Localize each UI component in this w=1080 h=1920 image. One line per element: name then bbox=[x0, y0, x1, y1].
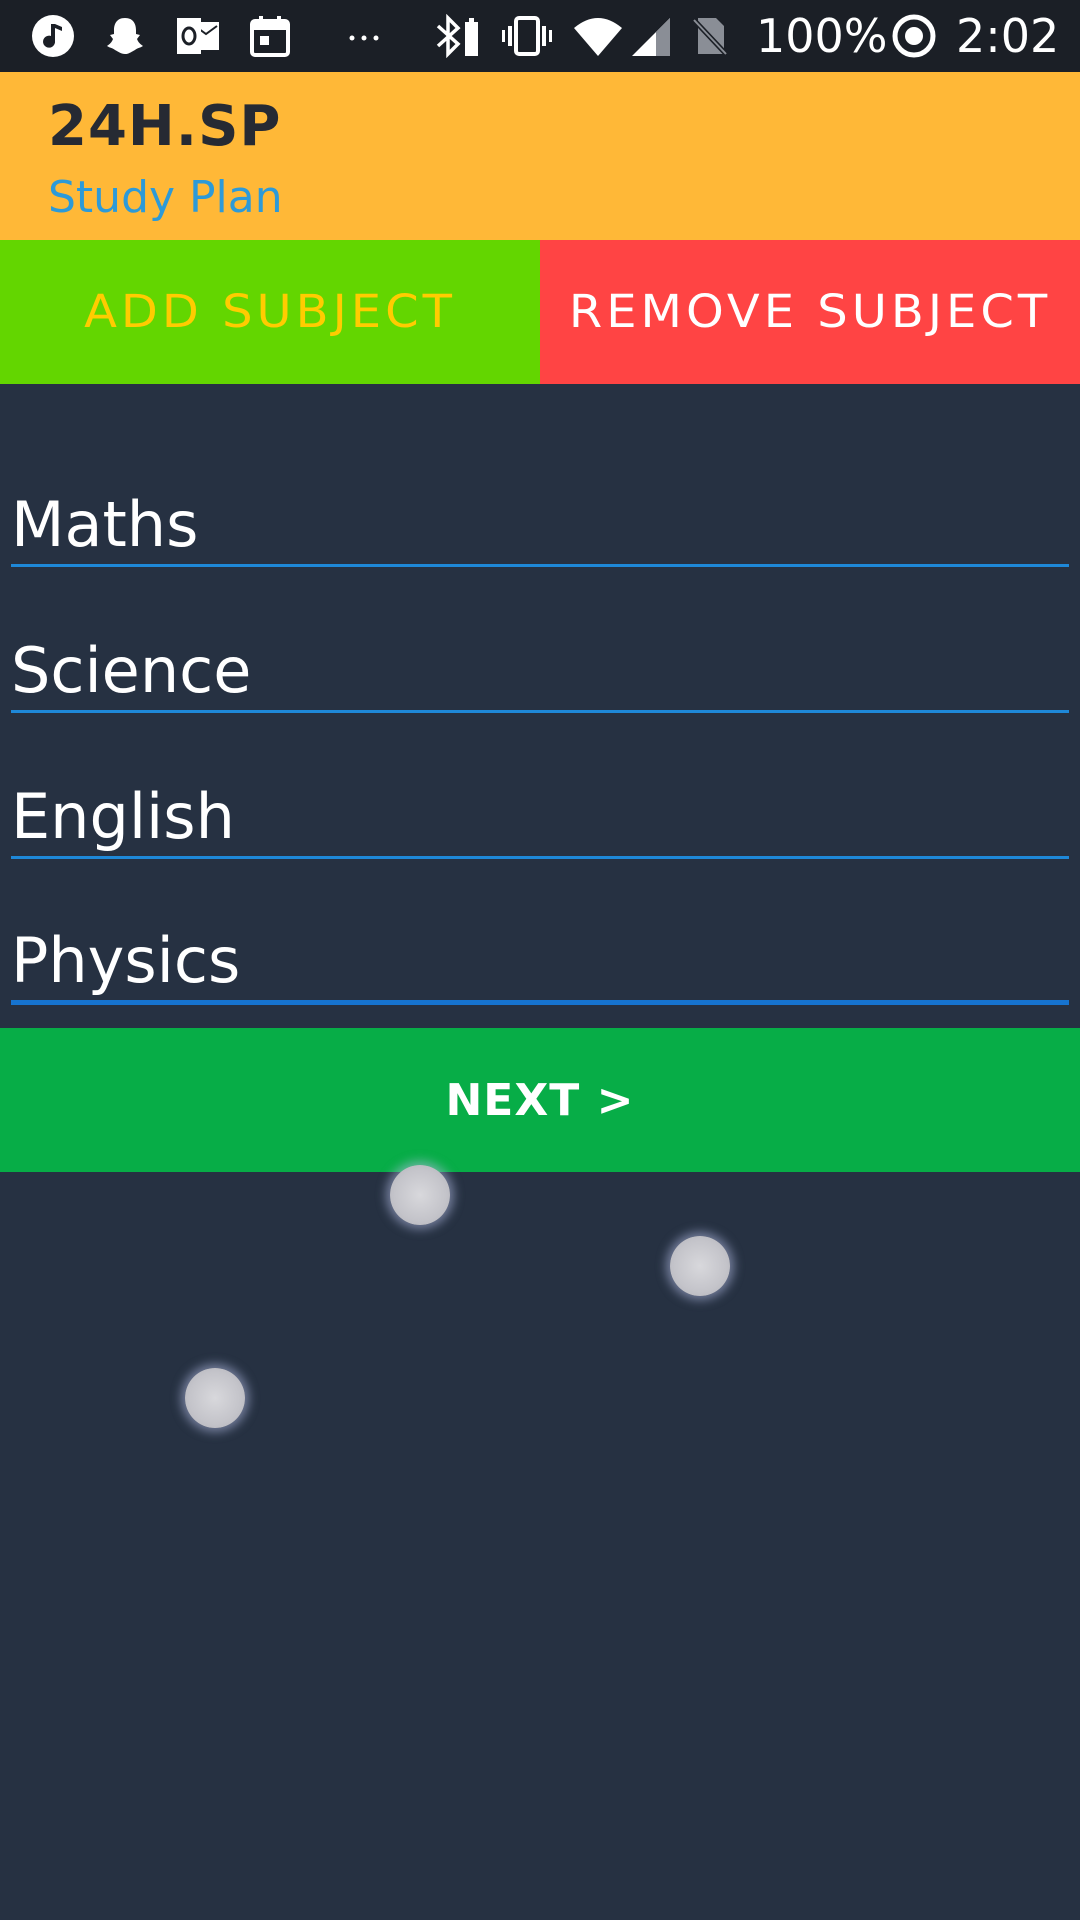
clock: 2:02 bbox=[956, 9, 1060, 63]
subject-input[interactable] bbox=[11, 484, 1069, 564]
remove-subject-label: REMOVE SUBJECT bbox=[568, 285, 1052, 339]
subject-input[interactable] bbox=[11, 776, 1069, 856]
outlook-icon bbox=[174, 14, 222, 58]
calendar-icon bbox=[248, 14, 292, 58]
subject-field-2[interactable] bbox=[11, 630, 1069, 713]
subject-field-1[interactable] bbox=[11, 484, 1069, 567]
more-dots-icon bbox=[342, 14, 386, 58]
touch-indicator bbox=[390, 1165, 450, 1225]
app-subtitle: Study Plan bbox=[48, 172, 283, 223]
touch-indicator bbox=[670, 1236, 730, 1296]
action-button-row: ADD SUBJECT REMOVE SUBJECT bbox=[0, 240, 1080, 384]
battery-percentage: 100% bbox=[756, 9, 888, 63]
cell-signal-icon bbox=[630, 14, 672, 58]
status-bar: 100% 2:02 bbox=[0, 0, 1080, 72]
add-subject-button[interactable]: ADD SUBJECT bbox=[0, 240, 540, 384]
subject-field-4[interactable] bbox=[11, 920, 1069, 1005]
remove-subject-button[interactable]: REMOVE SUBJECT bbox=[540, 240, 1080, 384]
sync-icon bbox=[890, 14, 938, 58]
app-title: 24H.SP bbox=[48, 94, 282, 159]
next-button[interactable]: NEXT > bbox=[0, 1028, 1080, 1172]
subject-input[interactable] bbox=[11, 920, 1069, 1000]
bluetooth-icon bbox=[432, 14, 482, 58]
wifi-icon bbox=[572, 14, 624, 58]
subject-field-3[interactable] bbox=[11, 776, 1069, 859]
next-label: NEXT > bbox=[445, 1074, 635, 1126]
no-sim-icon bbox=[690, 14, 730, 58]
vibrate-icon bbox=[500, 14, 554, 58]
app-header: 24H.SP Study Plan bbox=[0, 72, 1080, 240]
screen: 100% 2:02 24H.SP Study Plan ADD SUBJECT … bbox=[0, 0, 1080, 1920]
snapchat-icon bbox=[102, 14, 148, 58]
touch-indicator bbox=[185, 1368, 245, 1428]
add-subject-label: ADD SUBJECT bbox=[84, 285, 456, 339]
music-note-icon bbox=[30, 14, 76, 58]
subject-input[interactable] bbox=[11, 630, 1069, 710]
